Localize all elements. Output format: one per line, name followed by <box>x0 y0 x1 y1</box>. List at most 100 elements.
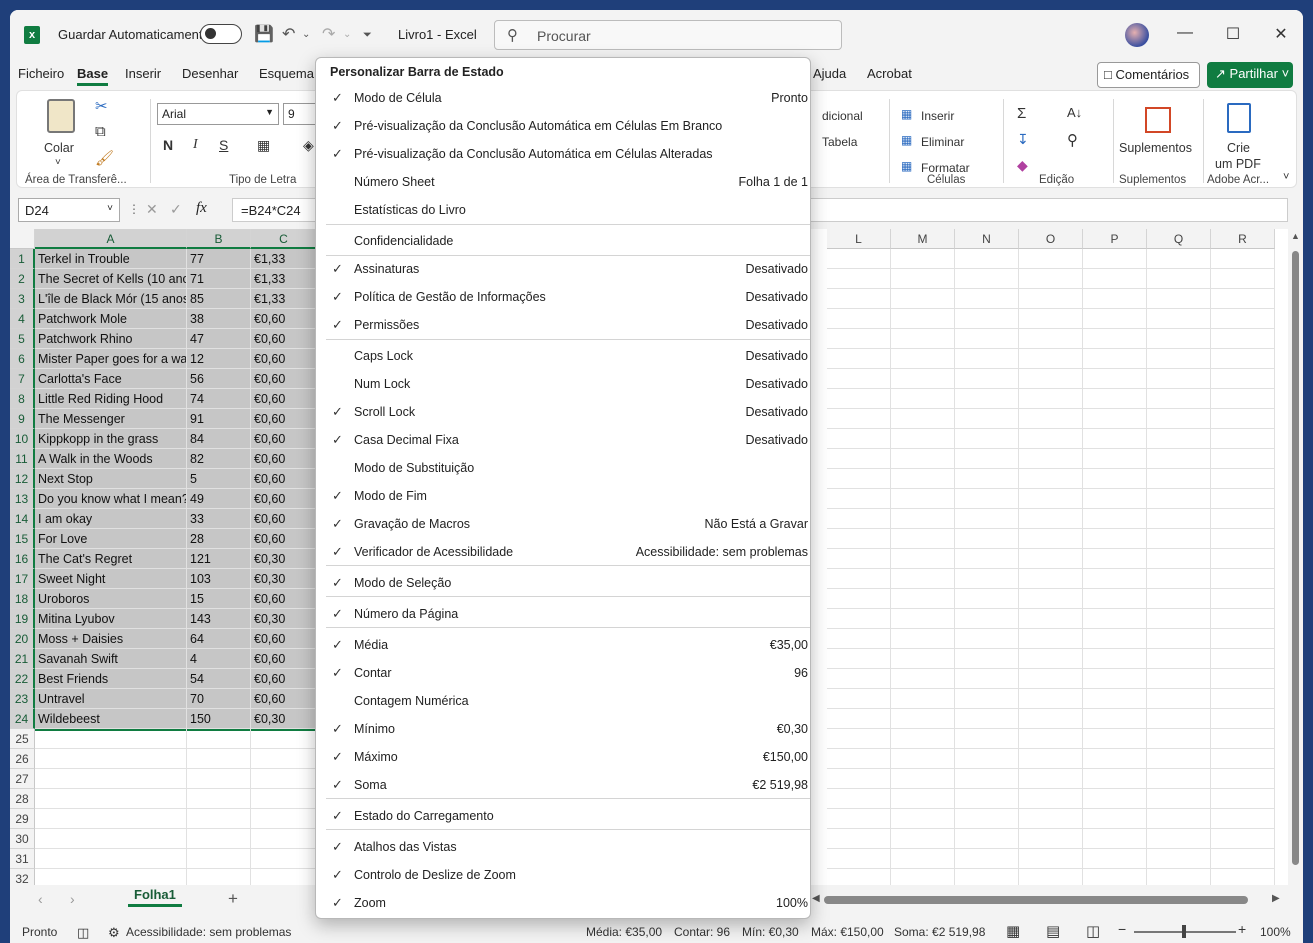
table-cell[interactable] <box>827 389 891 409</box>
table-cell[interactable] <box>1083 569 1147 589</box>
table-cell[interactable]: Best Friends <box>35 669 187 689</box>
column-header[interactable]: R <box>1211 229 1275 249</box>
table-cell[interactable] <box>1019 829 1083 849</box>
table-cell[interactable] <box>955 789 1019 809</box>
table-cell[interactable] <box>1147 489 1211 509</box>
table-cell[interactable]: €0,30 <box>251 609 317 629</box>
column-header[interactable]: C <box>251 229 317 249</box>
cut-icon[interactable]: ✂ <box>95 97 108 115</box>
table-cell[interactable] <box>891 329 955 349</box>
table-cell[interactable] <box>1147 649 1211 669</box>
menu-item[interactable]: Confidencialidade <box>316 228 810 256</box>
table-cell[interactable] <box>1019 269 1083 289</box>
table-cell[interactable] <box>827 709 891 729</box>
table-cell[interactable]: Terkel in Trouble <box>35 249 187 269</box>
table-cell[interactable] <box>1147 609 1211 629</box>
table-cell[interactable]: I am okay <box>35 509 187 529</box>
table-cell[interactable] <box>1083 549 1147 569</box>
table-cell[interactable] <box>827 729 891 749</box>
column-header[interactable]: B <box>187 229 251 249</box>
status-zoom[interactable]: 100% <box>1260 925 1291 939</box>
table-cell[interactable] <box>891 649 955 669</box>
create-pdf-line1[interactable]: Crie <box>1227 141 1250 155</box>
tab-help[interactable]: Ajuda <box>813 66 846 81</box>
table-cell[interactable] <box>891 409 955 429</box>
table-cell[interactable] <box>1147 669 1211 689</box>
table-cell[interactable] <box>1211 529 1275 549</box>
fill-color-icon[interactable]: ◈ <box>303 137 314 154</box>
table-cell[interactable]: €0,60 <box>251 329 317 349</box>
table-cell[interactable] <box>891 529 955 549</box>
column-header[interactable]: M <box>891 229 955 249</box>
table-cell[interactable] <box>1211 389 1275 409</box>
table-cell[interactable]: 64 <box>187 629 251 649</box>
table-cell[interactable] <box>827 849 891 869</box>
table-cell[interactable]: Do you know what I mean? <box>35 489 187 509</box>
table-cell[interactable]: €0,60 <box>251 409 317 429</box>
table-cell[interactable]: €0,30 <box>251 549 317 569</box>
table-cell[interactable] <box>827 349 891 369</box>
table-cell[interactable] <box>1083 589 1147 609</box>
table-cell[interactable] <box>827 589 891 609</box>
table-cell[interactable]: Wildebeest <box>35 709 187 729</box>
table-cell[interactable] <box>955 569 1019 589</box>
autosum-icon[interactable]: Σ <box>1017 105 1026 122</box>
table-cell[interactable] <box>1211 489 1275 509</box>
menu-item[interactable]: ✓ Modo de Seleção <box>316 570 810 598</box>
table-cell[interactable] <box>827 249 891 269</box>
table-cell[interactable] <box>1147 689 1211 709</box>
table-cell[interactable] <box>1211 689 1275 709</box>
table-cell[interactable] <box>251 749 317 769</box>
row-header[interactable]: 14 <box>10 509 35 529</box>
macro-record-icon[interactable]: ◫ <box>77 925 89 941</box>
row-header[interactable]: 26 <box>10 749 35 769</box>
table-cell[interactable]: Moss + Daisies <box>35 629 187 649</box>
menu-item[interactable]: ✓ Máximo €150,00 <box>316 744 810 772</box>
next-sheet-icon[interactable]: › <box>70 891 75 907</box>
table-cell[interactable] <box>1211 249 1275 269</box>
menu-item[interactable]: ✓ Número da Página <box>316 601 810 629</box>
find-select-icon[interactable]: ⚲ <box>1067 131 1078 149</box>
normal-view-icon[interactable]: ▦ <box>1006 922 1020 940</box>
table-cell[interactable] <box>1083 529 1147 549</box>
table-cell[interactable] <box>891 669 955 689</box>
table-cell[interactable] <box>1147 569 1211 589</box>
table-cell[interactable] <box>1019 709 1083 729</box>
table-cell[interactable] <box>1147 789 1211 809</box>
table-cell[interactable] <box>955 609 1019 629</box>
table-cell[interactable] <box>251 769 317 789</box>
table-cell[interactable]: Next Stop <box>35 469 187 489</box>
row-header[interactable]: 25 <box>10 729 35 749</box>
borders-icon[interactable]: ▦ <box>257 137 270 154</box>
undo-dropdown-icon[interactable]: ⌄ <box>302 26 310 44</box>
table-cell[interactable]: €0,60 <box>251 349 317 369</box>
table-cell[interactable] <box>891 289 955 309</box>
table-cell[interactable] <box>251 789 317 809</box>
table-cell[interactable] <box>827 769 891 789</box>
table-cell[interactable] <box>891 429 955 449</box>
collapse-ribbon-icon[interactable]: ˅ <box>1283 171 1289 183</box>
table-cell[interactable] <box>891 449 955 469</box>
table-cell[interactable]: 28 <box>187 529 251 549</box>
table-cell[interactable] <box>1083 409 1147 429</box>
table-cell[interactable]: Little Red Riding Hood <box>35 389 187 409</box>
table-cell[interactable] <box>1211 829 1275 849</box>
row-header[interactable]: 19 <box>10 609 35 629</box>
table-cell[interactable] <box>1211 609 1275 629</box>
menu-item[interactable]: Contagem Numérica <box>316 688 810 716</box>
delete-cells-icon[interactable]: ▦ <box>901 133 912 147</box>
table-cell[interactable] <box>1019 609 1083 629</box>
table-cell[interactable] <box>187 789 251 809</box>
table-cell[interactable] <box>1211 289 1275 309</box>
table-cell[interactable] <box>1083 629 1147 649</box>
table-cell[interactable]: Patchwork Mole <box>35 309 187 329</box>
table-cell[interactable] <box>827 469 891 489</box>
table-cell[interactable] <box>827 449 891 469</box>
accessibility-icon[interactable]: ⚙ <box>108 925 120 941</box>
autosave-toggle[interactable] <box>200 24 242 44</box>
table-cell[interactable]: 143 <box>187 609 251 629</box>
table-cell[interactable] <box>891 789 955 809</box>
table-cell[interactable] <box>891 309 955 329</box>
table-cell[interactable] <box>827 329 891 349</box>
table-cell[interactable] <box>1019 569 1083 589</box>
